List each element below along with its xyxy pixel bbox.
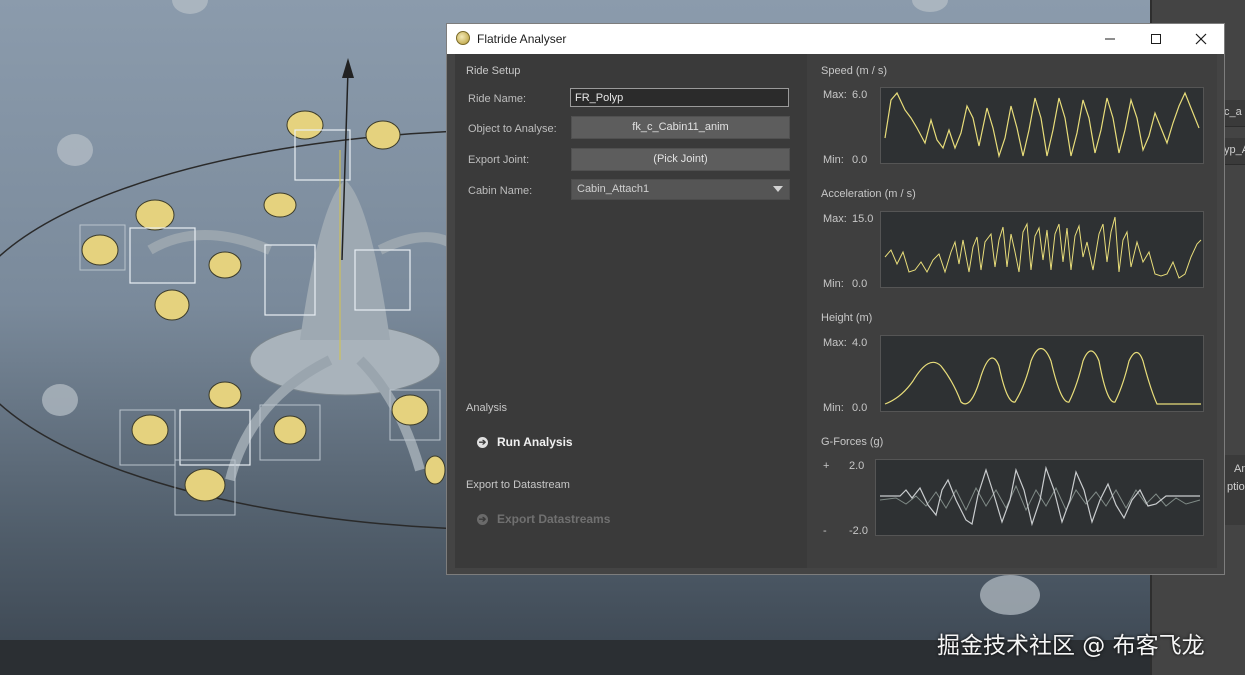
cabin-name-value: Cabin_Attach1 xyxy=(577,183,650,195)
minimize-icon xyxy=(1105,38,1115,40)
speed-max-label: Max: xyxy=(823,89,847,101)
close-button[interactable] xyxy=(1178,24,1224,54)
close-icon xyxy=(1195,33,1207,45)
height-max-label: Max: xyxy=(823,337,847,349)
speed-graph-title: Speed (m / s) xyxy=(821,65,888,77)
acceleration-min-value: 0.0 xyxy=(852,278,868,290)
export-datastreams-button[interactable]: ➔ Export Datastreams xyxy=(477,512,610,526)
ride-name-label: Ride Name: xyxy=(468,93,527,105)
ride-setup-pane: Ride Setup Ride Name: Object to Analyse:… xyxy=(455,54,807,568)
gforces-max-value: 2.0 xyxy=(849,460,865,472)
window-title: Flatride Analyser xyxy=(477,32,567,46)
attribute-label: An xyxy=(1234,463,1245,475)
maximize-icon xyxy=(1151,34,1161,44)
window-titlebar[interactable]: Flatride Analyser xyxy=(447,24,1224,54)
object-to-analyse-label: Object to Analyse: xyxy=(468,123,557,135)
analysis-title: Analysis xyxy=(466,402,507,414)
speed-curve xyxy=(884,91,1200,159)
acceleration-curve xyxy=(884,216,1202,279)
height-curve xyxy=(884,347,1201,405)
acceleration-graph-title: Acceleration (m / s) xyxy=(821,188,916,200)
outliner-row-text: yp_A xyxy=(1224,144,1245,156)
acceleration-graph xyxy=(880,211,1204,288)
dialog-content: Ride Setup Ride Name: Object to Analyse:… xyxy=(455,54,1217,568)
gforces-graph-title: G-Forces (g) xyxy=(821,436,884,448)
run-analysis-button[interactable]: ➔ Run Analysis xyxy=(477,435,573,449)
pick-joint-button[interactable]: (Pick Joint) xyxy=(571,148,790,171)
speed-min-value: 0.0 xyxy=(852,154,868,166)
acceleration-min-label: Min: xyxy=(823,278,844,290)
maximize-button[interactable] xyxy=(1133,24,1179,54)
export-datastreams-label: Export Datastreams xyxy=(497,512,611,526)
app-icon xyxy=(456,31,470,45)
arrow-right-icon: ➔ xyxy=(477,514,488,526)
speed-max-value: 6.0 xyxy=(852,89,868,101)
arrow-right-icon: ➔ xyxy=(477,437,488,449)
flatride-analyser-window: Flatride Analyser Ride Setup Ride Name: … xyxy=(446,23,1225,575)
speed-min-label: Min: xyxy=(823,154,844,166)
watermark-text: 掘金技术社区 @ 布客飞龙 xyxy=(937,633,1205,659)
ride-name-input[interactable] xyxy=(570,88,789,107)
chevron-down-icon xyxy=(773,186,783,192)
gforces-min-label: - xyxy=(823,525,827,537)
height-max-value: 4.0 xyxy=(852,337,868,349)
acceleration-max-label: Max: xyxy=(823,213,847,225)
height-min-value: 0.0 xyxy=(852,402,868,414)
gforces-graph xyxy=(875,459,1204,536)
gforces-min-value: -2.0 xyxy=(849,525,868,537)
speed-graph xyxy=(880,87,1204,164)
attribute-label: ptio xyxy=(1227,481,1245,493)
object-to-analyse-button[interactable]: fk_c_Cabin11_anim xyxy=(571,116,790,139)
height-graph-title: Height (m) xyxy=(821,312,873,324)
export-datastream-title: Export to Datastream xyxy=(466,479,570,491)
ride-setup-title: Ride Setup xyxy=(466,65,521,77)
gforces-max-label: + xyxy=(823,460,830,472)
cabin-name-dropdown[interactable]: Cabin_Attach1 xyxy=(571,179,790,200)
height-graph xyxy=(880,335,1204,412)
acceleration-max-value: 15.0 xyxy=(852,213,874,225)
minimize-button[interactable] xyxy=(1087,24,1133,54)
height-min-label: Min: xyxy=(823,402,844,414)
cabin-name-label: Cabin Name: xyxy=(468,185,533,197)
outliner-row-text: c_a xyxy=(1224,106,1242,118)
run-analysis-label: Run Analysis xyxy=(497,435,573,449)
export-joint-label: Export Joint: xyxy=(468,154,530,166)
